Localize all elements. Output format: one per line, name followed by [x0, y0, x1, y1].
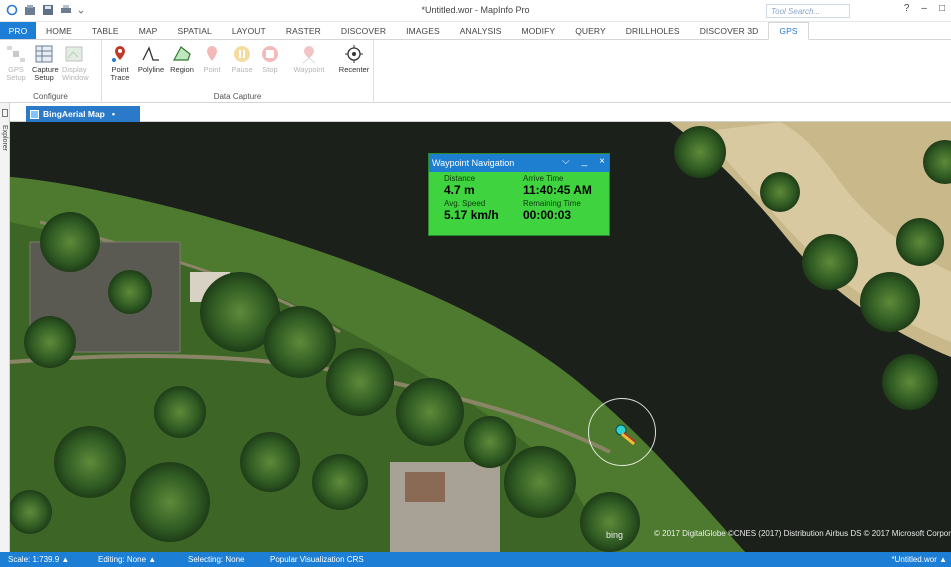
explorer-panel[interactable]: Explorer: [0, 103, 10, 552]
waypoint-panel-controls: ⌵ _ ×: [562, 156, 605, 167]
customize-qat-icon[interactable]: [78, 4, 84, 16]
document-pin-icon[interactable]: •: [112, 109, 115, 119]
close-icon[interactable]: ×: [599, 156, 605, 167]
capture-setup-button[interactable]: Capture Setup: [32, 44, 59, 82]
distance-value: 4.7 m: [444, 183, 475, 197]
tab-layout[interactable]: LAYOUT: [222, 22, 276, 39]
tool-search-input[interactable]: Tool Search...: [766, 4, 850, 18]
editing-indicator[interactable]: Editing: None ▲: [98, 555, 156, 564]
configure-group-label: Configure: [33, 92, 68, 101]
map-window-icon: [65, 46, 83, 62]
bing-logo: bing: [606, 530, 624, 540]
waypoint-icon: [302, 46, 316, 64]
scale-indicator[interactable]: Scale: 1:739.9 ▲: [8, 555, 69, 564]
minimize-icon[interactable]: _: [582, 156, 588, 167]
quick-access-toolbar: [6, 4, 84, 16]
document-tab-label: BingAerial Map: [43, 109, 105, 119]
satellite-icon: [7, 46, 25, 62]
app-icon[interactable]: [6, 4, 18, 16]
tab-raster[interactable]: RASTER: [276, 22, 331, 39]
gps-accuracy-ring: [588, 398, 656, 466]
point-trace-icon: [112, 46, 125, 62]
region-button[interactable]: Region: [168, 44, 196, 74]
gps-setup-button[interactable]: GPS Setup: [4, 44, 28, 82]
explorer-label[interactable]: Explorer: [1, 125, 8, 151]
stop-icon: [262, 46, 278, 62]
tab-analysis[interactable]: ANALYSIS: [450, 22, 512, 39]
stop-button[interactable]: Stop: [258, 44, 282, 74]
recenter-button[interactable]: Recenter: [336, 44, 372, 74]
print-icon[interactable]: [60, 4, 72, 16]
crosshair-icon: [345, 45, 363, 63]
remaining-time-label: Remaining Time: [523, 199, 581, 208]
open-icon[interactable]: [24, 4, 36, 16]
workspace-indicator[interactable]: *Untitled.wor ▲: [892, 555, 948, 564]
avg-speed-value: 5.17 km/h: [444, 208, 499, 222]
polyline-icon: [142, 46, 159, 61]
save-icon[interactable]: [42, 4, 54, 16]
help-button[interactable]: ?: [904, 3, 910, 14]
tab-map[interactable]: MAP: [129, 22, 168, 39]
document-tab-bing-aerial-map[interactable]: BingAerial Map •: [26, 106, 140, 122]
tab-query[interactable]: QUERY: [565, 22, 616, 39]
point-trace-button[interactable]: Point Trace: [108, 44, 132, 82]
distance-label: Distance: [444, 174, 476, 183]
tab-discover-3d[interactable]: DISCOVER 3D: [690, 22, 769, 39]
tab-spatial[interactable]: SPATIAL: [167, 22, 221, 39]
document-tab-strip: BingAerial Map •: [10, 103, 951, 122]
map-view[interactable]: Waypoint Navigation ⌵ _ × Distance 4.7 m…: [10, 122, 951, 552]
tab-gps[interactable]: GPS: [768, 22, 809, 40]
tab-table[interactable]: TABLE: [82, 22, 129, 39]
waypoint-panel-header[interactable]: Waypoint Navigation ⌵ _ ×: [429, 154, 609, 172]
display-window-button[interactable]: Display Window: [62, 44, 89, 82]
data-capture-group-label: Data Capture: [213, 92, 262, 101]
minimize-button[interactable]: –: [921, 3, 927, 14]
pin-icon: [207, 46, 217, 61]
imagery-copyright: © 2017 DigitalGlobe ©CNES (2017) Distrib…: [654, 529, 951, 538]
tab-modify[interactable]: MODIFY: [512, 22, 566, 39]
avg-speed-label: Avg. Speed: [444, 199, 486, 208]
data-capture-group: Point Trace Polyline Region Point Pause …: [102, 40, 374, 103]
waypoint-navigation-panel[interactable]: Waypoint Navigation ⌵ _ × Distance 4.7 m…: [428, 153, 610, 236]
ribbon-tabs: PRO HOME TABLE MAP SPATIAL LAYOUT RASTER…: [0, 22, 951, 40]
tab-home[interactable]: HOME: [36, 22, 82, 39]
remaining-time-value: 00:00:03: [523, 208, 572, 222]
region-icon: [172, 46, 191, 61]
table-grid-icon: [35, 45, 53, 63]
point-button[interactable]: Point: [200, 44, 224, 74]
selecting-indicator[interactable]: Selecting: None: [188, 555, 244, 564]
waypoint-button[interactable]: Waypoint: [292, 44, 326, 74]
arrive-time-label: Arrive Time: [523, 174, 564, 183]
title-bar: *Untitled.wor - MapInfo Pro Tool Search.…: [0, 0, 951, 22]
maximize-button[interactable]: □: [939, 3, 945, 14]
tab-pro[interactable]: PRO: [0, 22, 36, 39]
arrive-time-value: 11:40:45 AM: [523, 183, 592, 197]
pause-icon: [234, 46, 250, 62]
waypoint-panel-title: Waypoint Navigation: [432, 158, 515, 168]
crs-indicator[interactable]: Popular Visualization CRS: [270, 555, 364, 564]
configure-group: GPS Setup Capture Setup Display Window C…: [0, 40, 102, 103]
window-controls: ? – □: [904, 3, 945, 14]
tab-drillholes[interactable]: DRILLHOLES: [616, 22, 690, 39]
tab-images[interactable]: IMAGES: [396, 22, 450, 39]
pause-button[interactable]: Pause: [230, 44, 254, 74]
waypoint-panel-body: Distance 4.7 m Arrive Time 11:40:45 AM A…: [429, 172, 609, 236]
map-window-icon: [30, 109, 39, 119]
ribbon-panel: GPS Setup Capture Setup Display Window C…: [0, 40, 951, 103]
tab-discover[interactable]: DISCOVER: [331, 22, 396, 39]
status-bar: Scale: 1:739.9 ▲ Editing: None ▲ Selecti…: [0, 552, 951, 567]
explorer-pin-icon[interactable]: [2, 109, 8, 117]
collapse-icon[interactable]: ⌵: [562, 156, 570, 167]
polyline-button[interactable]: Polyline: [134, 44, 168, 74]
